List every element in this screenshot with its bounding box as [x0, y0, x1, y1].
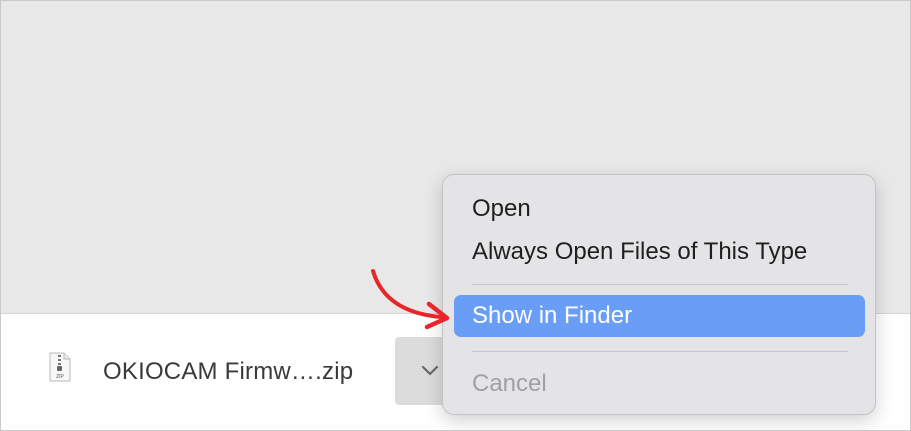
menu-separator	[472, 284, 848, 285]
menu-item-open[interactable]: Open	[454, 188, 865, 230]
menu-separator	[472, 351, 848, 352]
zip-file-icon: ZIP	[49, 352, 71, 382]
red-arrow-annotation-icon	[371, 269, 450, 330]
download-context-menu: Open Always Open Files of This Type Show…	[442, 174, 876, 415]
menu-item-show-in-finder[interactable]: Show in Finder	[454, 295, 865, 337]
download-item[interactable]: ZIP OKIOCAM Firmw….zip	[31, 338, 451, 404]
chevron-down-icon	[421, 365, 439, 376]
menu-item-always-open[interactable]: Always Open Files of This Type	[454, 231, 865, 273]
menu-item-cancel: Cancel	[472, 370, 547, 397]
download-file-name: OKIOCAM Firmw….zip	[103, 358, 354, 385]
browser-window: ZIP OKIOCAM Firmw….zip Open Always Open …	[0, 0, 911, 431]
svg-text:ZIP: ZIP	[56, 374, 64, 380]
